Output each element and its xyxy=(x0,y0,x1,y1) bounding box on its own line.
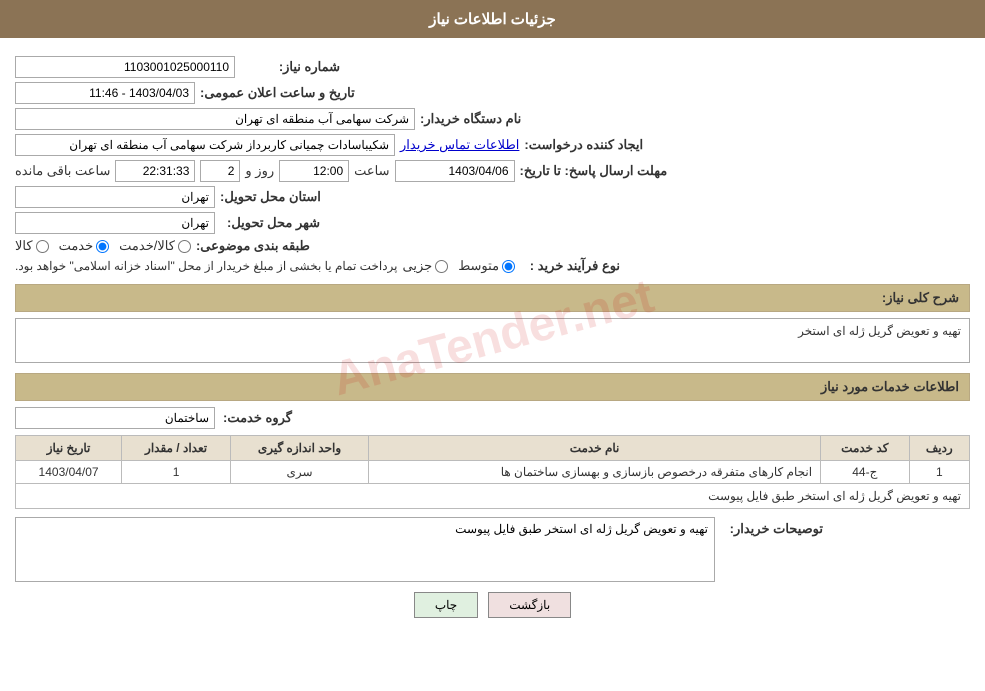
cell-tedad: 1 xyxy=(122,461,231,484)
sharh-section-title: شرح کلی نیاز: xyxy=(15,284,970,312)
col-nam: نام خدمت xyxy=(369,436,821,461)
shomare-niaz-input[interactable] xyxy=(15,56,235,78)
ostan-label: استان محل تحویل: xyxy=(220,189,321,205)
grohe-input[interactable] xyxy=(15,407,215,429)
tabagheh-khidmat[interactable]: خدمت xyxy=(59,238,110,254)
tabagheh-label: طبقه بندی موضوعی: xyxy=(196,238,310,254)
nam-dastgah-input[interactable] xyxy=(15,108,415,130)
shahr-label: شهر محل تحویل: xyxy=(220,215,320,231)
shomare-niaz-label: شماره نیاز: xyxy=(240,59,340,75)
tosihaat-textarea[interactable]: تهیه و تعویض گریل ژله ای استخر طبق فایل … xyxy=(15,517,715,582)
col-tarikh: تاریخ نیاز xyxy=(16,436,122,461)
sharh-box: تهیه و تعویض گریل ژله ای استخر xyxy=(15,318,970,363)
mohlat-label: مهلت ارسال پاسخ: تا تاریخ: xyxy=(520,163,668,179)
grohe-label: گروه خدمت: xyxy=(223,410,292,426)
col-radif: ردیف xyxy=(909,436,969,461)
col-kod: کد خدمت xyxy=(821,436,910,461)
navoe-radio-jozi[interactable] xyxy=(435,260,448,273)
cell-vahed: سری xyxy=(230,461,368,484)
cell-kod: ج-44 xyxy=(821,461,910,484)
cell-tarikh: 1403/04/07 xyxy=(16,461,122,484)
shahr-input[interactable] xyxy=(15,212,215,234)
tabagheh-kala[interactable]: کالا xyxy=(15,238,49,254)
mohlat-roz-input[interactable] xyxy=(200,160,240,182)
back-button[interactable]: بازگشت xyxy=(488,592,571,618)
tabagheh-radio-kala[interactable] xyxy=(36,240,49,253)
tabagheh-radio-kala-khidmat[interactable] xyxy=(178,240,191,253)
button-row: بازگشت چاپ xyxy=(15,592,970,618)
tosihaat-label: توصیحات خریدار: xyxy=(723,517,823,537)
navoe-note: پرداخت تمام یا بخشی از مبلغ خریدار از مح… xyxy=(15,259,398,273)
cell-radif: 1 xyxy=(909,461,969,484)
tabagheh-radio-khidmat[interactable] xyxy=(96,240,109,253)
ijad-label: ایجاد کننده درخواست: xyxy=(524,137,643,153)
cell-nam: انجام کارهای متفرقه درخصوص بازسازی و بهس… xyxy=(369,461,821,484)
page-title: جزئیات اطلاعات نیاز xyxy=(0,0,985,38)
ijad-input[interactable] xyxy=(15,134,395,156)
mohlat-saat-input[interactable] xyxy=(279,160,349,182)
table-row: 1 ج-44 انجام کارهای متفرقه درخصوص بازساز… xyxy=(16,461,970,484)
navoe-mota[interactable]: متوسط xyxy=(458,258,515,274)
col-vahed: واحد اندازه گیری xyxy=(230,436,368,461)
table-description-row: تهیه و تعویض گریل ژله ای استخر طبق فایل … xyxy=(16,484,970,509)
khadamat-section-title: اطلاعات خدمات مورد نیاز xyxy=(15,373,970,401)
navoe-radio-mota[interactable] xyxy=(502,260,515,273)
tabagheh-kala-khidmat[interactable]: کالا/خدمت xyxy=(119,238,191,254)
print-button[interactable]: چاپ xyxy=(414,592,478,618)
col-tedad: تعداد / مقدار xyxy=(122,436,231,461)
table-description-cell: تهیه و تعویض گریل ژله ای استخر طبق فایل … xyxy=(16,484,970,509)
mohlat-mande-label: ساعت باقی مانده xyxy=(15,163,110,179)
navoe-jozi[interactable]: جزیی xyxy=(403,258,449,274)
nam-dastgah-label: نام دستگاه خریدار: xyxy=(420,111,521,127)
services-table: ردیف کد خدمت نام خدمت واحد اندازه گیری ت… xyxy=(15,435,970,509)
mohlat-mande-input[interactable] xyxy=(115,160,195,182)
navoe-radio-group: متوسط جزیی xyxy=(403,258,516,274)
ostan-input[interactable] xyxy=(15,186,215,208)
tabagheh-radio-group: کالا/خدمت خدمت کالا xyxy=(15,238,191,254)
navoe-label: نوع فرآیند خرید : xyxy=(520,258,620,274)
mohlat-date-input[interactable] xyxy=(395,160,515,182)
ijad-link[interactable]: اطلاعات تماس خریدار xyxy=(400,137,519,153)
tarikh-label: تاریخ و ساعت اعلان عمومی: xyxy=(200,85,355,101)
mohlat-saat-label: ساعت xyxy=(354,163,389,179)
mohlat-roz-label: روز و xyxy=(245,163,274,179)
tarikh-input[interactable] xyxy=(15,82,195,104)
